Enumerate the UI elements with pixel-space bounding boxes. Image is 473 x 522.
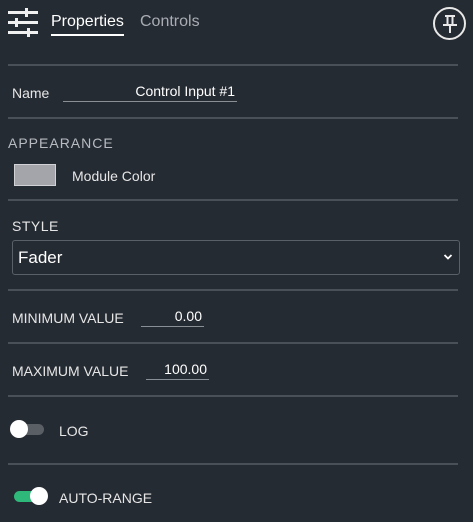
style-section-title: STYLE xyxy=(12,218,59,234)
module-color-swatch[interactable] xyxy=(14,164,56,186)
name-input[interactable]: Control Input #1 xyxy=(63,83,237,102)
toggle-knob xyxy=(10,420,28,438)
maximum-value-input[interactable]: 100.00 xyxy=(146,361,209,380)
divider xyxy=(8,342,458,344)
divider xyxy=(8,64,458,66)
minimum-value-input[interactable]: 0.00 xyxy=(141,308,204,327)
name-label: Name xyxy=(12,85,50,101)
divider xyxy=(8,289,458,291)
auto-range-toggle[interactable] xyxy=(12,487,48,505)
toggle-knob xyxy=(30,487,48,505)
appearance-section-title: APPEARANCE xyxy=(8,135,114,151)
divider xyxy=(8,395,458,397)
panel-header: Properties Controls xyxy=(0,0,473,58)
style-select[interactable]: Fader xyxy=(12,240,460,275)
log-toggle[interactable] xyxy=(10,420,46,438)
minimum-value-label: MINIMUM VALUE xyxy=(12,310,124,326)
tab-properties[interactable]: Properties xyxy=(51,13,124,36)
pin-icon xyxy=(442,14,457,33)
tab-controls[interactable]: Controls xyxy=(140,13,200,31)
style-select-value: Fader xyxy=(18,248,63,267)
module-color-label: Module Color xyxy=(72,168,156,184)
pin-button[interactable] xyxy=(433,7,466,40)
chevron-down-icon xyxy=(443,254,453,260)
sliders-icon[interactable] xyxy=(7,8,39,38)
log-label: LOG xyxy=(59,423,89,439)
maximum-value-label: MAXIMUM VALUE xyxy=(12,363,129,379)
divider xyxy=(8,117,458,119)
divider xyxy=(8,199,458,201)
auto-range-label: AUTO-RANGE xyxy=(59,490,153,506)
divider xyxy=(8,463,458,465)
